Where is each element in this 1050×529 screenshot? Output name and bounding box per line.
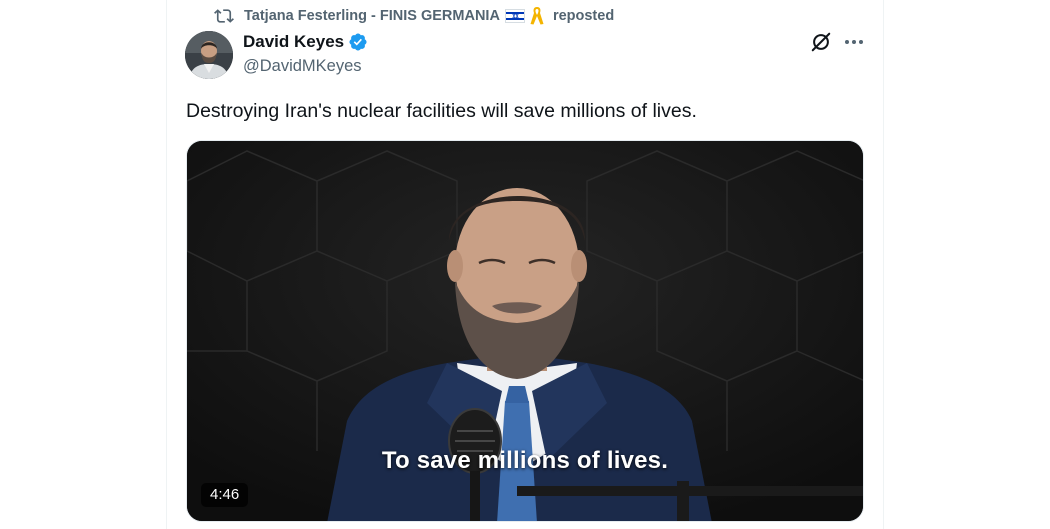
author-avatar[interactable] (185, 31, 233, 79)
video-player[interactable]: To save millions of lives. 4:46 (186, 140, 864, 522)
reposter-name[interactable]: Tatjana Festerling - FINIS GERMANIA (244, 8, 500, 24)
repost-icon (214, 9, 234, 23)
grok-icon[interactable] (810, 31, 832, 53)
more-options-icon[interactable] (842, 30, 866, 54)
repost-label: reposted (552, 8, 615, 24)
video-caption: To save millions of lives. (381, 447, 669, 474)
author-handle[interactable]: @DavidMKeyes (243, 57, 362, 76)
israel-flag-icon (504, 9, 525, 23)
author-name-row[interactable]: David Keyes (243, 32, 368, 52)
video-duration-badge: 4:46 (201, 483, 249, 507)
verified-badge-icon[interactable] (348, 32, 368, 52)
repost-context[interactable]: Tatjana Festerling - FINIS GERMANIA repo… (214, 6, 614, 26)
yellow-ribbon-icon (530, 7, 544, 25)
author-display-name[interactable]: David Keyes (243, 32, 344, 52)
tweet-text: Destroying Iran's nuclear facilities wil… (186, 100, 697, 122)
